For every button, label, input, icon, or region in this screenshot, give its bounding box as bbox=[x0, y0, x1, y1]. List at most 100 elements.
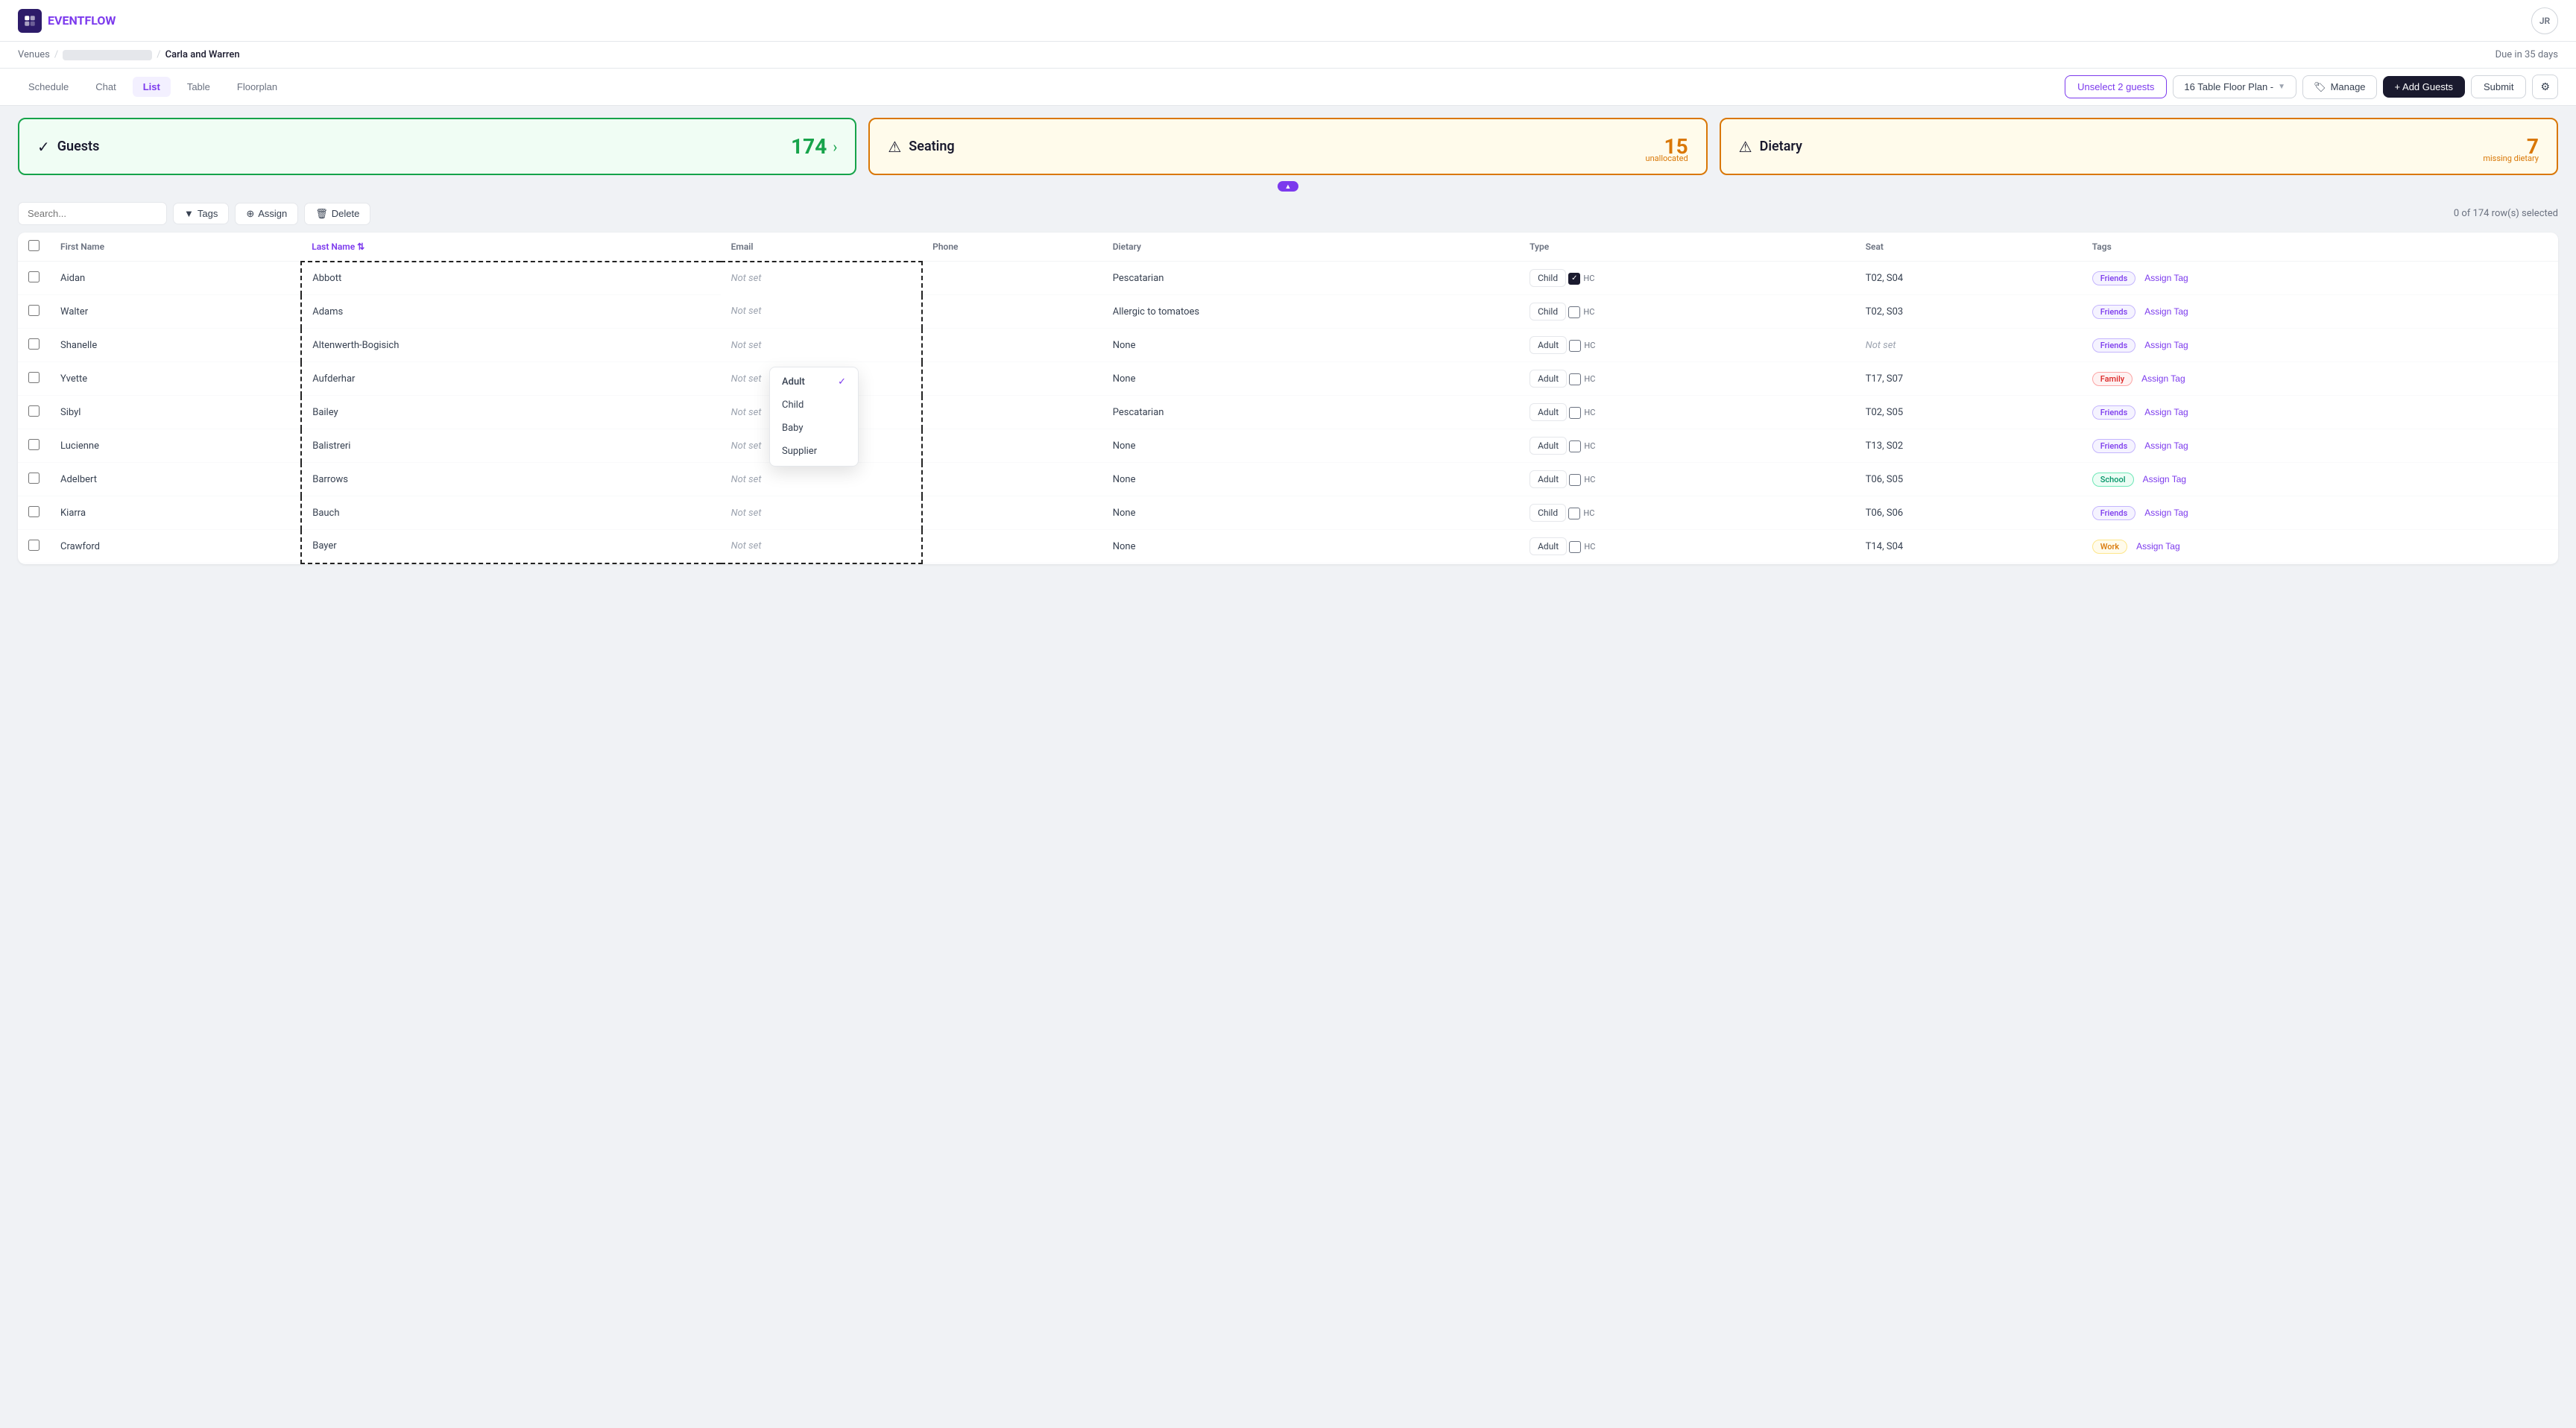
row-checkbox-cell bbox=[18, 362, 50, 396]
hc-checkbox[interactable] bbox=[1568, 306, 1580, 318]
tags-button[interactable]: ▼ Tags bbox=[173, 203, 229, 224]
hc-checkbox[interactable]: ✓ bbox=[1568, 273, 1580, 285]
assign-tag-button[interactable]: Assign Tag bbox=[2138, 405, 2194, 419]
type-badge[interactable]: Adult bbox=[1530, 336, 1567, 354]
assign-tag-button[interactable]: Assign Tag bbox=[2138, 506, 2194, 519]
hc-checkbox[interactable] bbox=[1569, 474, 1581, 486]
col-first-name[interactable]: First Name bbox=[50, 233, 301, 262]
dropdown-option-baby[interactable]: Baby bbox=[770, 417, 858, 440]
col-dietary[interactable]: Dietary bbox=[1102, 233, 1519, 262]
tag-pill[interactable]: School bbox=[2092, 473, 2134, 487]
col-type[interactable]: Type bbox=[1519, 233, 1855, 262]
table-row: CrawfordBayerNot setNoneAdult HCT14, S04… bbox=[18, 530, 2558, 563]
type-badge[interactable]: Child bbox=[1530, 303, 1566, 320]
col-last-name[interactable]: Last Name ⇅ bbox=[301, 233, 720, 262]
tag-pill[interactable]: Work bbox=[2092, 540, 2127, 554]
type-dropdown[interactable]: Adult ✓ Child Baby Supplier bbox=[769, 367, 859, 467]
add-guests-button[interactable]: + Add Guests bbox=[2383, 76, 2465, 98]
email-not-set: Not set bbox=[731, 340, 762, 351]
row-checkbox[interactable] bbox=[28, 506, 40, 517]
type-badge[interactable]: Adult bbox=[1530, 403, 1567, 421]
type-badge[interactable]: Adult bbox=[1530, 537, 1567, 555]
assign-tag-button[interactable]: Assign Tag bbox=[2138, 271, 2194, 285]
cell-type[interactable]: Adult HC bbox=[1519, 362, 1855, 396]
col-email[interactable]: Email bbox=[721, 233, 923, 262]
assign-tag-button[interactable]: Assign Tag bbox=[2138, 338, 2194, 352]
col-seat[interactable]: Seat bbox=[1855, 233, 2082, 262]
delete-button[interactable]: 🗑 Delete bbox=[304, 203, 370, 225]
tab-schedule[interactable]: Schedule bbox=[18, 77, 79, 97]
tag-pill[interactable]: Friends bbox=[2092, 506, 2136, 520]
type-badge[interactable]: Child bbox=[1530, 269, 1566, 287]
cell-type[interactable]: Adult HC bbox=[1519, 396, 1855, 429]
cell-tags: FamilyAssign Tag bbox=[2082, 362, 2558, 396]
row-checkbox[interactable] bbox=[28, 271, 40, 282]
tag-pill[interactable]: Friends bbox=[2092, 405, 2136, 420]
logo-icon bbox=[18, 9, 42, 33]
hc-checkbox[interactable] bbox=[1568, 508, 1580, 519]
assign-tag-button[interactable]: Assign Tag bbox=[2137, 473, 2192, 486]
assign-tag-button[interactable]: Assign Tag bbox=[2138, 305, 2194, 318]
cell-type[interactable]: Adult HC bbox=[1519, 463, 1855, 496]
seating-card[interactable]: ⚠ Seating 15 unallocated bbox=[868, 118, 1707, 175]
tag-pill[interactable]: Friends bbox=[2092, 338, 2136, 353]
row-checkbox[interactable] bbox=[28, 439, 40, 450]
search-input[interactable] bbox=[18, 202, 167, 225]
cell-dietary: Pescatarian bbox=[1102, 262, 1519, 295]
tab-floorplan[interactable]: Floorplan bbox=[227, 77, 288, 97]
row-checkbox[interactable] bbox=[28, 338, 40, 350]
row-checkbox[interactable] bbox=[28, 473, 40, 484]
select-all-header[interactable] bbox=[18, 233, 50, 262]
cell-type[interactable]: Child HC bbox=[1519, 496, 1855, 530]
select-all-checkbox[interactable] bbox=[28, 240, 40, 251]
col-tags[interactable]: Tags bbox=[2082, 233, 2558, 262]
row-checkbox[interactable] bbox=[28, 405, 40, 417]
assign-tag-button[interactable]: Assign Tag bbox=[2135, 372, 2191, 385]
type-badge[interactable]: Adult bbox=[1530, 470, 1567, 488]
tab-chat[interactable]: Chat bbox=[85, 77, 126, 97]
submit-button[interactable]: Submit bbox=[2471, 75, 2526, 98]
hc-checkbox[interactable] bbox=[1569, 440, 1581, 452]
tag-pill[interactable]: Friends bbox=[2092, 439, 2136, 453]
row-checkbox[interactable] bbox=[28, 540, 40, 551]
tab-table[interactable]: Table bbox=[177, 77, 221, 97]
breadcrumb-venues[interactable]: Venues bbox=[18, 49, 50, 60]
assign-tag-button[interactable]: Assign Tag bbox=[2130, 540, 2185, 553]
row-checkbox[interactable] bbox=[28, 305, 40, 316]
cell-type[interactable]: Child ✓HC bbox=[1519, 262, 1855, 295]
cell-type[interactable]: Adult HC bbox=[1519, 530, 1855, 563]
hc-checkbox[interactable] bbox=[1569, 340, 1581, 352]
guests-card[interactable]: ✓ Guests 174 › bbox=[18, 118, 856, 175]
dropdown-option-child[interactable]: Child bbox=[770, 394, 858, 417]
cell-type[interactable]: Adult HC bbox=[1519, 429, 1855, 463]
cell-type[interactable]: Child HC bbox=[1519, 295, 1855, 329]
assign-button[interactable]: ⊕ Assign bbox=[235, 203, 298, 225]
tag-pill[interactable]: Friends bbox=[2092, 271, 2136, 285]
assign-tag-button[interactable]: Assign Tag bbox=[2138, 439, 2194, 452]
dropdown-option-adult[interactable]: Adult ✓ bbox=[770, 370, 858, 394]
tab-list[interactable]: List bbox=[133, 77, 171, 97]
type-badge[interactable]: Child bbox=[1530, 504, 1566, 522]
hc-checkbox[interactable] bbox=[1569, 373, 1581, 385]
tag-pill[interactable]: Friends bbox=[2092, 305, 2136, 319]
dietary-card[interactable]: ⚠ Dietary 7 missing dietary bbox=[1720, 118, 2558, 175]
hc-checkbox[interactable] bbox=[1569, 541, 1581, 553]
settings-button[interactable]: ⚙ bbox=[2532, 75, 2558, 99]
cell-phone bbox=[922, 463, 1102, 496]
type-badge[interactable]: Adult bbox=[1530, 437, 1567, 455]
cell-type[interactable]: Adult HC bbox=[1519, 329, 1855, 362]
unselect-guests-button[interactable]: Unselect 2 guests bbox=[2065, 75, 2167, 98]
type-badge[interactable]: Adult bbox=[1530, 370, 1567, 388]
hc-checkbox[interactable] bbox=[1569, 407, 1581, 419]
dropdown-option-supplier[interactable]: Supplier bbox=[770, 440, 858, 463]
cell-email: Not set bbox=[721, 329, 923, 362]
floor-plan-button[interactable]: 16 Table Floor Plan - ▼ bbox=[2173, 75, 2296, 98]
nav-avatar[interactable]: JR bbox=[2531, 7, 2558, 34]
cell-dietary: None bbox=[1102, 429, 1519, 463]
manage-button[interactable]: 🏷 Manage bbox=[2302, 75, 2377, 99]
dietary-sub: missing dietary bbox=[2483, 154, 2539, 163]
col-phone[interactable]: Phone bbox=[922, 233, 1102, 262]
tag-pill[interactable]: Family bbox=[2092, 372, 2133, 386]
row-checkbox[interactable] bbox=[28, 372, 40, 383]
cell-email: Not set bbox=[721, 463, 923, 496]
